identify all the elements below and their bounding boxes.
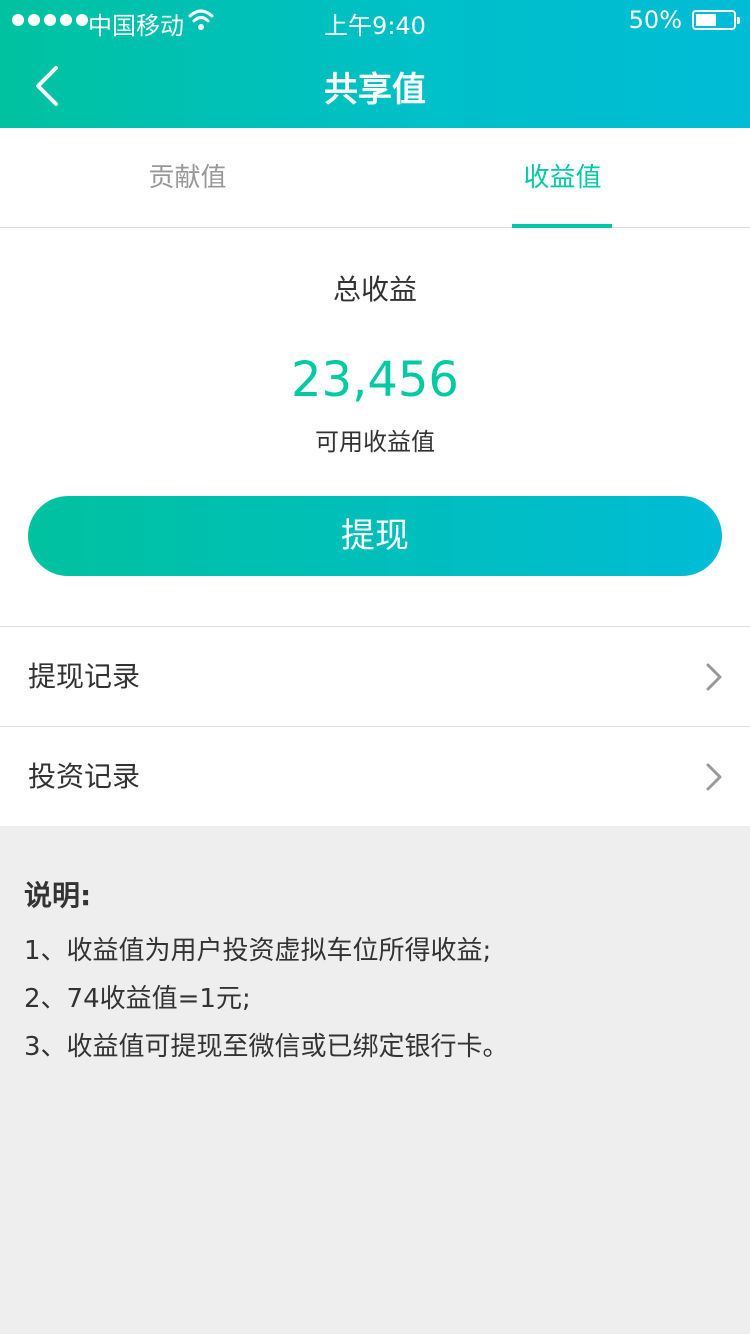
notes-title: 说明: [24,879,92,912]
header: 中国移动 上午9:40 50% 共享值 [0,0,750,128]
total-earnings-label: 总收益 [332,273,417,306]
available-earnings-label: 可用收益值 [315,428,435,456]
tab-bar: 贡献值 收益值 [0,128,750,228]
earnings-summary: 总收益 23,456 可用收益值 提现 [0,228,750,626]
status-bar: 中国移动 上午9:40 50% [0,0,750,40]
notes-section: 说明: 1、收益值为用户投资虚拟车位所得收益; 2、74收益值=1元; 3、收益… [0,828,750,1334]
battery-percent: 50% [628,6,682,34]
list-item-label: 投资记录 [28,760,141,793]
note-item: 3、收益值可提现至微信或已绑定银行卡。 [24,1032,509,1062]
note-item: 1、收益值为用户投资虚拟车位所得收益; [24,936,492,966]
list-item-withdraw-records[interactable]: 提现记录 [0,626,750,726]
chevron-right-icon [706,663,722,691]
list-item-investment-records[interactable]: 投资记录 [0,726,750,826]
records-list: 提现记录 投资记录 [0,626,750,826]
page-title: 共享值 [324,70,426,110]
tab-contribution[interactable]: 贡献值 [0,128,375,228]
tab-earnings[interactable]: 收益值 [375,128,750,228]
withdraw-button[interactable]: 提现 [28,496,722,576]
note-item: 2、74收益值=1元; [24,984,251,1014]
battery-icon [692,10,740,30]
total-earnings-value: 23,456 [291,352,459,408]
list-item-label: 提现记录 [28,660,141,693]
chevron-right-icon [706,763,722,791]
